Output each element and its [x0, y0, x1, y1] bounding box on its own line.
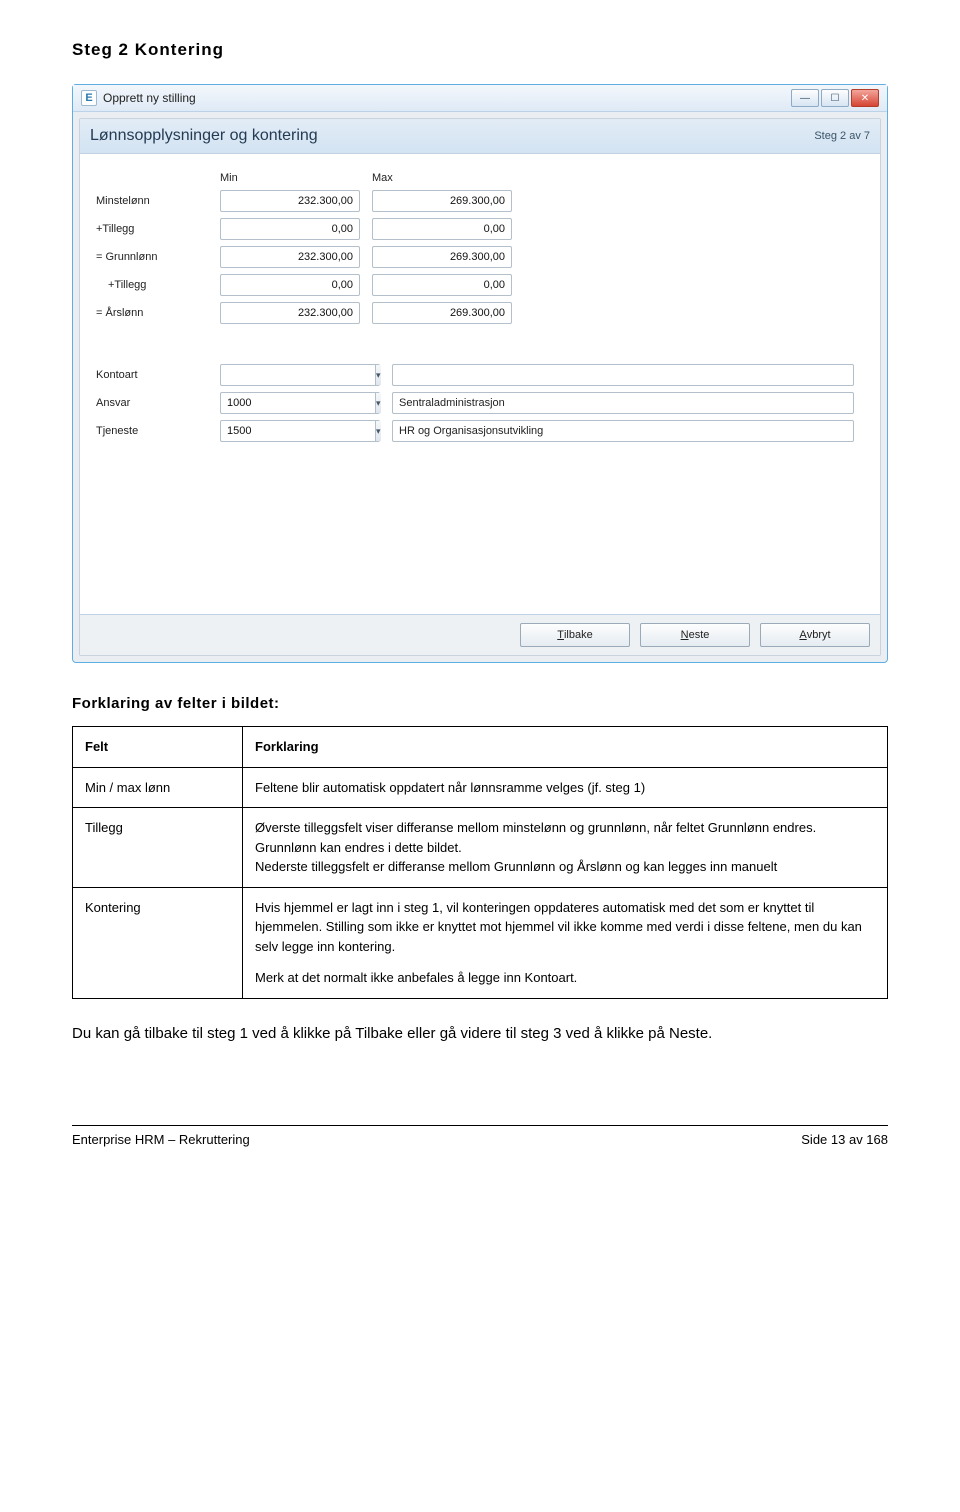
back-button[interactable]: Tilbake [520, 623, 630, 647]
minstelonn-max-input[interactable] [372, 190, 512, 212]
row-grunnlonn-label: = Grunnlønn [96, 251, 208, 263]
th-explanation: Forklaring [255, 739, 319, 754]
kontoart-combo[interactable]: ▾ [220, 364, 380, 386]
row-tillegg1-label: +Tillegg [96, 223, 208, 235]
panel-header: Lønnsopplysninger og kontering Steg 2 av… [80, 119, 880, 154]
tjeneste-display: HR og Organisasjonsutvikling [392, 420, 854, 442]
salary-grid: Min Max Minstelønn +Tillegg = Grunnlønn … [96, 172, 864, 324]
minimize-button[interactable]: — [791, 89, 819, 107]
panel-body: Min Max Minstelønn +Tillegg = Grunnlønn … [80, 154, 880, 614]
app-icon: E [81, 90, 97, 106]
ansvar-code-input[interactable] [221, 393, 375, 413]
app-window: E Opprett ny stilling — ☐ ✕ Lønnsopplysn… [72, 84, 888, 663]
row-minstelonn-label: Minstelønn [96, 195, 208, 207]
cell-minmax-field: Min / max lønn [73, 767, 243, 808]
kontoart-label: Kontoart [96, 369, 208, 381]
titlebar: E Opprett ny stilling — ☐ ✕ [73, 85, 887, 112]
section-subheading: Forklaring av felter i bildet: [72, 695, 888, 712]
close-button[interactable]: ✕ [851, 89, 879, 107]
page-footer: Enterprise HRM – Rekruttering Side 13 av… [72, 1126, 888, 1147]
explanation-table: Felt Forklaring Min / max lønn Feltene b… [72, 726, 888, 999]
minstelonn-min-input[interactable] [220, 190, 360, 212]
tjeneste-combo[interactable]: ▾ [220, 420, 380, 442]
grunnlonn-min-input[interactable] [220, 246, 360, 268]
window-title: Opprett ny stilling [103, 91, 196, 105]
th-field: Felt [85, 739, 108, 754]
col-min: Min [220, 172, 360, 184]
kontoart-code-input[interactable] [221, 365, 375, 385]
tillegg1-min-input[interactable] [220, 218, 360, 240]
panel-title: Lønnsopplysninger og kontering [90, 127, 318, 145]
tillegg2-min-input[interactable] [220, 274, 360, 296]
arslonn-min-input[interactable] [220, 302, 360, 324]
cell-tillegg-field: Tillegg [73, 808, 243, 888]
col-max: Max [372, 172, 512, 184]
ansvar-display: Sentraladministrasjon [392, 392, 854, 414]
wizard-panel: Lønnsopplysninger og kontering Steg 2 av… [79, 118, 881, 656]
cell-kontering-field: Kontering [73, 887, 243, 998]
tillegg2-max-input[interactable] [372, 274, 512, 296]
ansvar-label: Ansvar [96, 397, 208, 409]
tillegg1-max-input[interactable] [372, 218, 512, 240]
wizard-footer: Tilbake Neste Avbryt [80, 614, 880, 655]
cell-minmax-expl: Feltene blir automatisk oppdatert når lø… [243, 767, 888, 808]
cell-tillegg-expl: Øverste tilleggsfelt viser differanse me… [243, 808, 888, 888]
closing-paragraph: Du kan gå tilbake til steg 1 ved å klikk… [72, 1023, 888, 1046]
window-buttons: — ☐ ✕ [791, 89, 879, 107]
ansvar-dropdown-icon[interactable]: ▾ [375, 393, 381, 413]
step-indicator: Steg 2 av 7 [814, 130, 870, 142]
tjeneste-dropdown-icon[interactable]: ▾ [375, 421, 381, 441]
arslonn-max-input[interactable] [372, 302, 512, 324]
cell-kontering-expl: Hvis hjemmel er lagt inn i steg 1, vil k… [243, 887, 888, 998]
kontoart-display [392, 364, 854, 386]
next-button[interactable]: Neste [640, 623, 750, 647]
row-arslonn-label: = Årslønn [96, 307, 208, 319]
page-heading: Steg 2 Kontering [72, 40, 888, 60]
maximize-button[interactable]: ☐ [821, 89, 849, 107]
grunnlonn-max-input[interactable] [372, 246, 512, 268]
footer-left: Enterprise HRM – Rekruttering [72, 1132, 250, 1147]
tjeneste-label: Tjeneste [96, 425, 208, 437]
ansvar-combo[interactable]: ▾ [220, 392, 380, 414]
kontoart-dropdown-icon[interactable]: ▾ [375, 365, 381, 385]
footer-right: Side 13 av 168 [801, 1132, 888, 1147]
cancel-button[interactable]: Avbryt [760, 623, 870, 647]
tjeneste-code-input[interactable] [221, 421, 375, 441]
lookup-grid: Kontoart ▾ Ansvar ▾ Sentraladministrasjo… [96, 364, 854, 442]
row-tillegg2-label: +Tillegg [96, 279, 208, 291]
